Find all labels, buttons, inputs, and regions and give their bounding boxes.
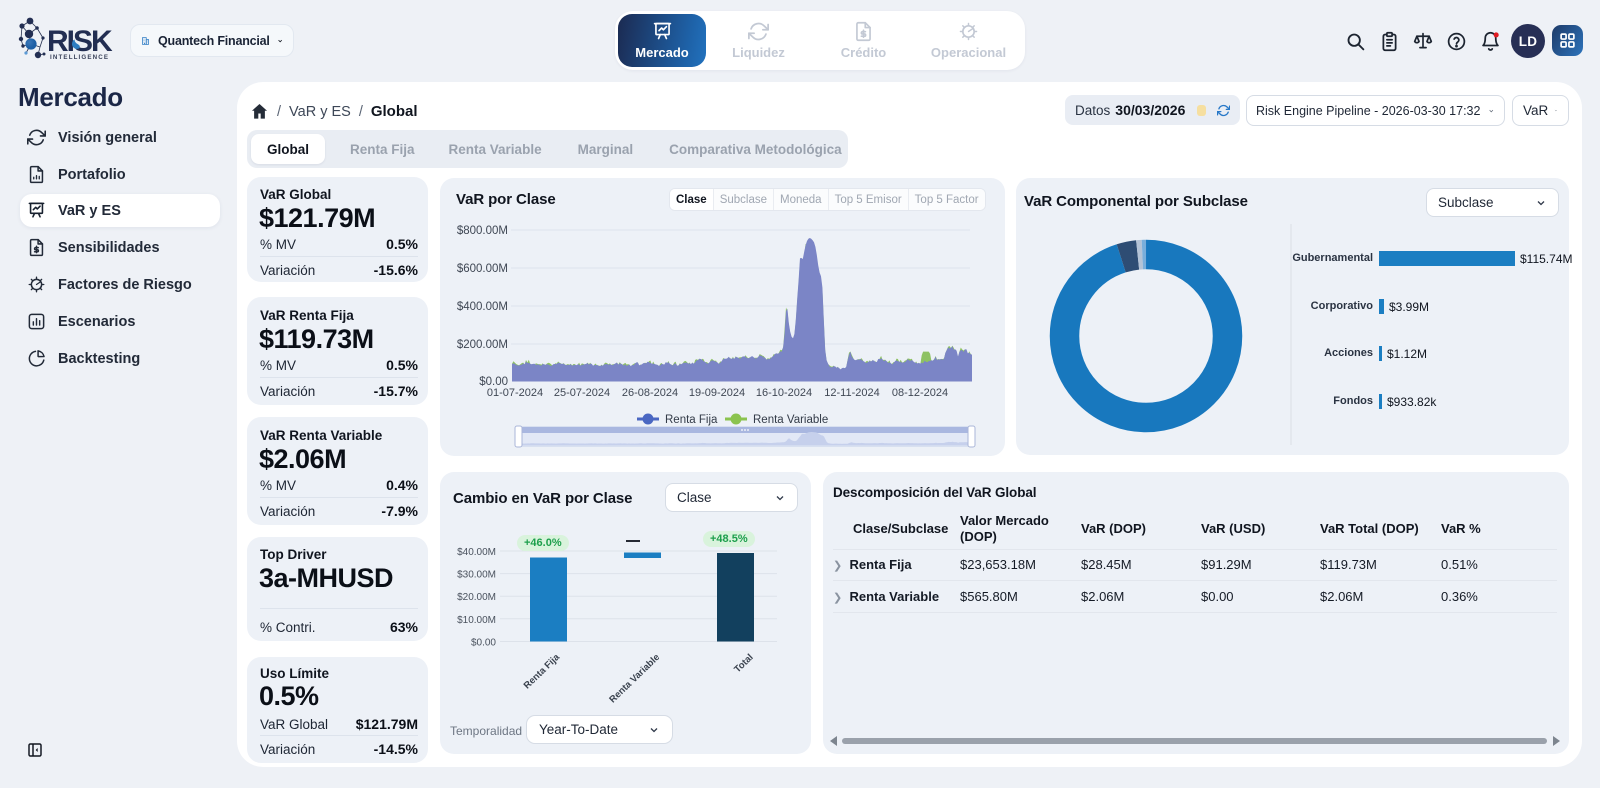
- svg-text:Renta Variable: Renta Variable: [753, 414, 828, 426]
- svg-text:$200.00M: $200.00M: [457, 339, 508, 351]
- svg-text:$0.00: $0.00: [471, 638, 496, 649]
- svg-text:$600.00M: $600.00M: [457, 263, 508, 275]
- svg-text:$30.00M: $30.00M: [457, 570, 496, 581]
- svg-text:26-08-2024: 26-08-2024: [622, 387, 678, 399]
- svg-text:$10.00M: $10.00M: [457, 615, 496, 626]
- svg-text:$400.00M: $400.00M: [457, 301, 508, 313]
- svg-text:$20.00M: $20.00M: [457, 592, 496, 603]
- svg-text:25-07-2024: 25-07-2024: [554, 387, 610, 399]
- svg-text:$800.00M: $800.00M: [457, 225, 508, 237]
- svg-text:01-07-2024: 01-07-2024: [487, 387, 543, 399]
- svg-text:08-12-2024: 08-12-2024: [892, 387, 948, 399]
- svg-text:INTELLIGENCE: INTELLIGENCE: [50, 54, 109, 61]
- svg-text:Renta Fija: Renta Fija: [665, 414, 718, 426]
- svg-text:$40.00M: $40.00M: [457, 547, 496, 558]
- svg-text:16-10-2024: 16-10-2024: [756, 387, 812, 399]
- svg-text:19-09-2024: 19-09-2024: [689, 387, 745, 399]
- svg-text:12-11-2024: 12-11-2024: [824, 387, 879, 399]
